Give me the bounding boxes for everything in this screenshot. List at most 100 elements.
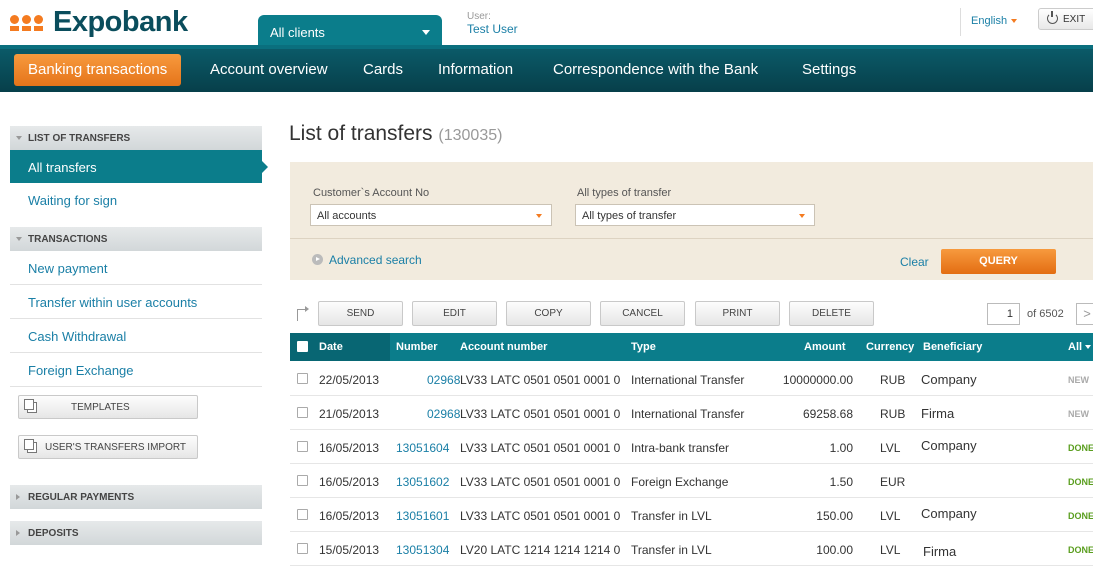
col-account[interactable]: Account number	[460, 341, 547, 353]
nav-settings[interactable]: Settings	[802, 54, 856, 86]
client-selector-label: All clients	[270, 25, 325, 40]
row-date: 21/05/2013	[319, 407, 380, 421]
row-date: 15/05/2013	[319, 543, 380, 557]
row-number[interactable]: 13051602	[396, 475, 449, 489]
row-checkbox[interactable]	[297, 373, 308, 384]
row-number[interactable]: 13051604	[396, 441, 449, 455]
select-all-checkbox[interactable]	[297, 341, 308, 352]
query-button[interactable]: QUERY	[941, 249, 1056, 274]
status-filter-label: All	[1068, 341, 1083, 353]
import-label: USER'S TRANSFERS IMPORT	[45, 441, 187, 453]
col-status[interactable]: All	[1068, 341, 1092, 353]
delete-button[interactable]: DELETE	[789, 301, 874, 326]
row-type: International Transfer	[631, 407, 745, 421]
table-row[interactable]: 16/05/2013 13051601 LV33 LATC 0501 0501 …	[290, 498, 1093, 532]
sidebar-item-waiting-for-sign[interactable]: Waiting for sign	[10, 183, 262, 217]
print-button[interactable]: PRINT	[695, 301, 780, 326]
sidebar-item-cash-withdrawal[interactable]: Cash Withdrawal	[10, 319, 262, 353]
collapse-icon	[16, 136, 22, 141]
type-select[interactable]: All types of transfer	[575, 204, 815, 226]
row-account: LV33 LATC 0501 0501 0001 0	[460, 407, 621, 421]
row-checkbox[interactable]	[297, 441, 308, 452]
row-beneficiary: Firma	[923, 544, 957, 559]
row-number[interactable]: 02968	[427, 373, 460, 387]
row-checkbox[interactable]	[297, 475, 308, 486]
sidebar-item-new-payment[interactable]: New payment	[10, 251, 262, 285]
row-amount: 10000000.00	[782, 373, 853, 387]
col-beneficiary[interactable]: Beneficiary	[923, 341, 982, 353]
nav-banking-transactions[interactable]: Banking transactions	[14, 54, 182, 86]
table-row[interactable]: 16/05/2013 13051604 LV33 LATC 0501 0501 …	[290, 430, 1093, 464]
exit-button[interactable]: EXIT	[1038, 8, 1093, 30]
row-checkbox[interactable]	[297, 509, 308, 520]
table-row[interactable]: 16/05/2013 13051602 LV33 LATC 0501 0501 …	[290, 464, 1093, 498]
sidebar-item-foreign-exchange[interactable]: Foreign Exchange	[10, 353, 262, 387]
col-date[interactable]: Date	[319, 341, 343, 353]
nav-account-overview[interactable]: Account overview	[210, 54, 328, 86]
row-number[interactable]: 13051601	[396, 509, 449, 523]
chevron-down-icon	[422, 30, 430, 35]
expobank-logo[interactable]: Expobank	[10, 6, 188, 39]
edit-button[interactable]: EDIT	[412, 301, 497, 326]
chevron-down-icon	[799, 214, 805, 218]
table-row[interactable]: 21/05/2013 02968 LV33 LATC 0501 0501 000…	[290, 396, 1093, 430]
table-header: Date Number Account number Type Amount C…	[290, 333, 1093, 361]
type-select-value: All types of transfer	[582, 210, 677, 222]
nav-cards[interactable]: Cards	[363, 54, 403, 86]
table-row[interactable]: 22/05/2013 02968 LV33 LATC 0501 0501 000…	[290, 362, 1093, 396]
play-circle-icon	[312, 254, 323, 265]
next-page-button[interactable]: >	[1076, 303, 1093, 325]
section-deposits[interactable]: DEPOSITS	[10, 521, 262, 545]
sidebar-item-transfer-within[interactable]: Transfer within user accounts	[10, 285, 262, 319]
page-total: of 6502	[1027, 308, 1064, 320]
nav-correspondence[interactable]: Correspondence with the Bank	[553, 54, 758, 86]
row-beneficiary: Company	[921, 438, 977, 453]
account-select[interactable]: All accounts	[310, 204, 552, 226]
clear-link[interactable]: Clear	[900, 255, 929, 269]
transfers-import-button[interactable]: USER'S TRANSFERS IMPORT	[18, 435, 198, 459]
templates-label: TEMPLATES	[71, 401, 130, 413]
row-type: Intra-bank transfer	[631, 441, 730, 455]
status-badge: DONE	[1068, 545, 1093, 555]
col-type[interactable]: Type	[631, 341, 656, 353]
copy-button[interactable]: COPY	[506, 301, 591, 326]
row-number[interactable]: 02968	[427, 407, 460, 421]
row-currency: EUR	[880, 475, 906, 489]
templates-button[interactable]: TEMPLATES	[18, 395, 198, 419]
row-amount: 69258.68	[802, 407, 853, 421]
page-title-text: List of transfers	[289, 122, 433, 145]
user-info: User: Test User	[467, 11, 518, 35]
language-selector[interactable]: English	[960, 8, 1018, 36]
row-number[interactable]: 13051304	[396, 543, 449, 557]
table-row[interactable]: 15/05/2013 13051304 LV20 LATC 1214 1214 …	[290, 532, 1093, 566]
logo-text: Expobank	[53, 6, 188, 38]
row-currency: RUB	[880, 407, 906, 421]
cancel-button[interactable]: CANCEL	[600, 301, 685, 326]
nav-information[interactable]: Information	[438, 54, 513, 86]
row-checkbox[interactable]	[297, 543, 308, 554]
col-number[interactable]: Number	[396, 341, 438, 353]
client-selector[interactable]: All clients	[258, 15, 442, 45]
row-beneficiary: Firma	[921, 406, 955, 421]
advanced-search-label: Advanced search	[329, 253, 422, 267]
col-amount[interactable]: Amount	[804, 341, 846, 353]
section-label: LIST OF TRANSFERS	[28, 133, 131, 144]
row-account: LV33 LATC 0501 0501 0001 0	[460, 373, 621, 387]
documents-icon	[24, 438, 37, 453]
user-name[interactable]: Test User	[467, 23, 518, 35]
col-currency[interactable]: Currency	[866, 341, 914, 353]
row-checkbox[interactable]	[297, 407, 308, 418]
chevron-down-icon	[1011, 19, 1018, 24]
type-filter-label: All types of transfer	[577, 187, 672, 199]
row-date: 16/05/2013	[319, 475, 380, 489]
account-select-value: All accounts	[317, 210, 377, 222]
section-regular-payments[interactable]: REGULAR PAYMENTS	[10, 485, 262, 509]
section-list-of-transfers[interactable]: LIST OF TRANSFERS	[10, 126, 262, 150]
status-badge: NEW	[1068, 375, 1089, 385]
chevron-down-icon	[1085, 345, 1092, 350]
page-number-input[interactable]: 1	[987, 303, 1020, 325]
send-button[interactable]: SEND	[318, 301, 403, 326]
section-transactions[interactable]: TRANSACTIONS	[10, 227, 262, 251]
advanced-search-link[interactable]: Advanced search	[312, 253, 422, 267]
sidebar-item-all-transfers[interactable]: All transfers	[10, 150, 268, 183]
